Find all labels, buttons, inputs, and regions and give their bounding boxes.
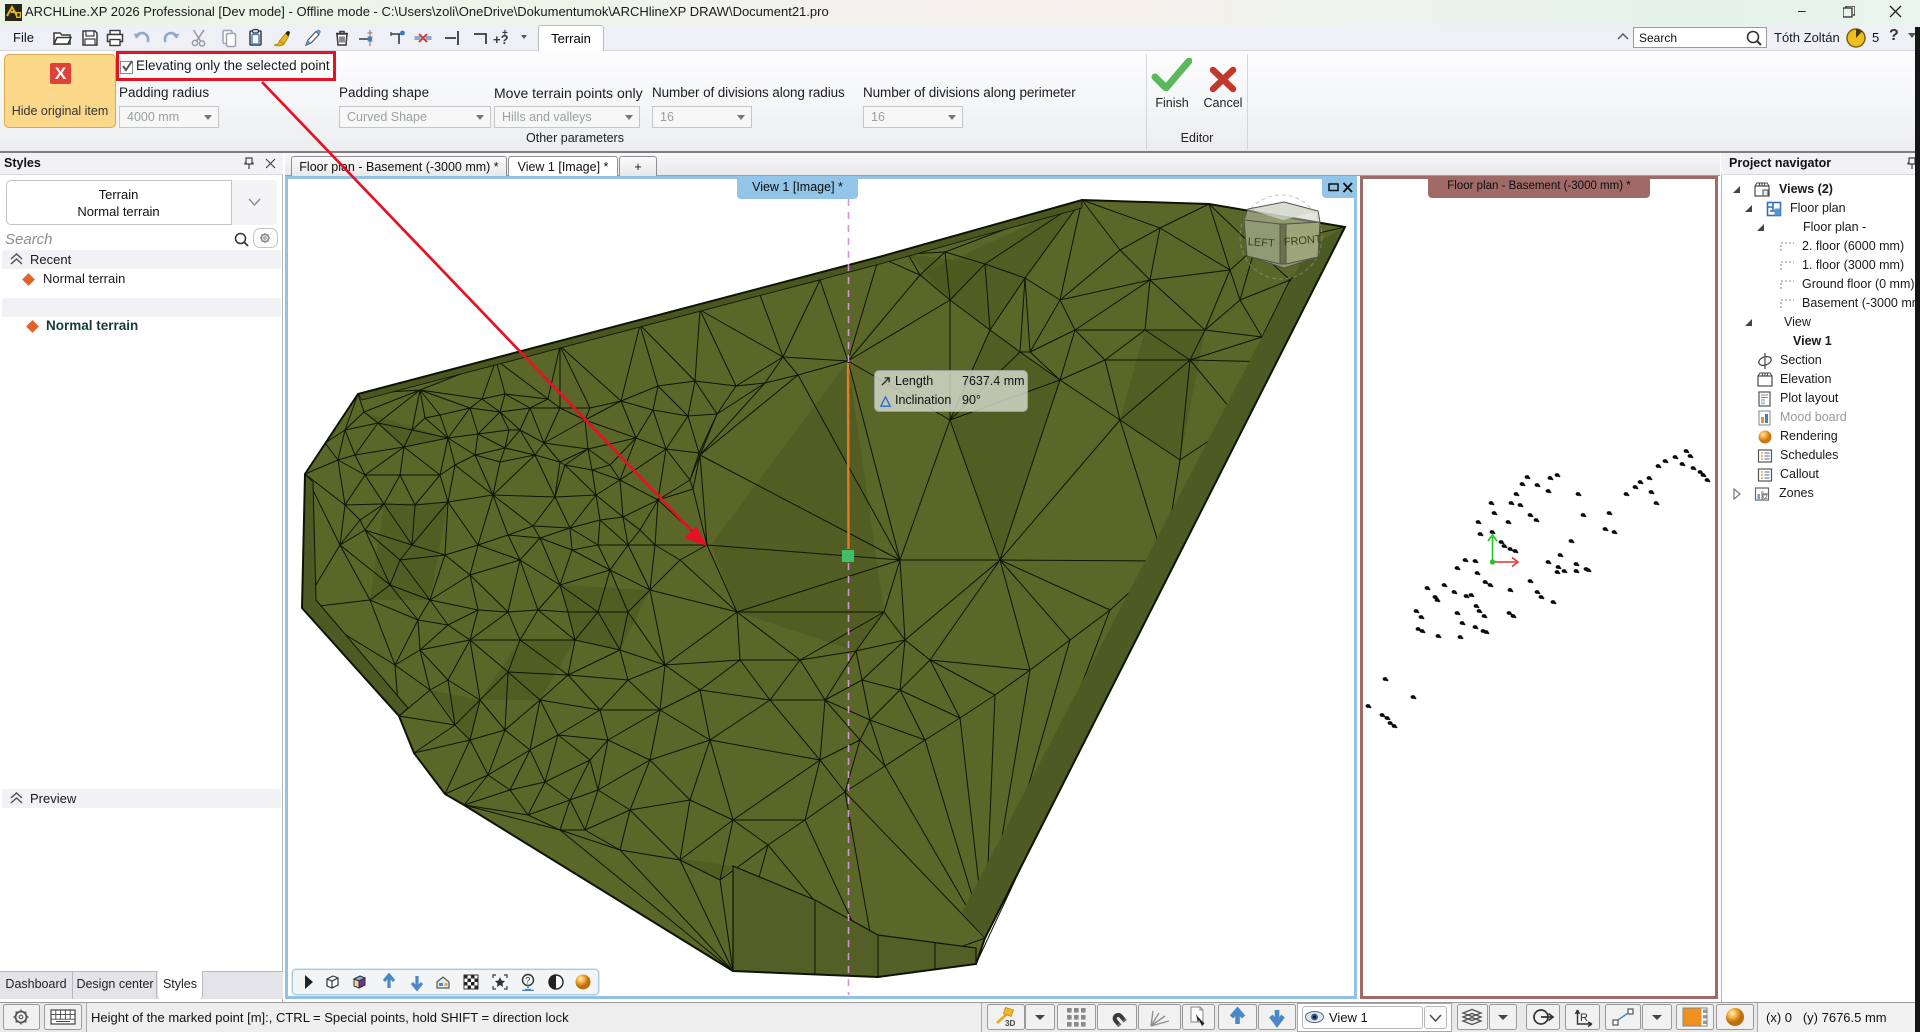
svg-text:3D: 3D <box>1005 1019 1015 1028</box>
svg-text:?: ? <box>525 976 530 986</box>
svg-text:LEFT: LEFT <box>1247 236 1275 250</box>
svg-text:2: 2 <box>1764 494 1768 501</box>
svg-text:R: R <box>1580 1012 1588 1024</box>
svg-text:+: + <box>502 28 508 39</box>
